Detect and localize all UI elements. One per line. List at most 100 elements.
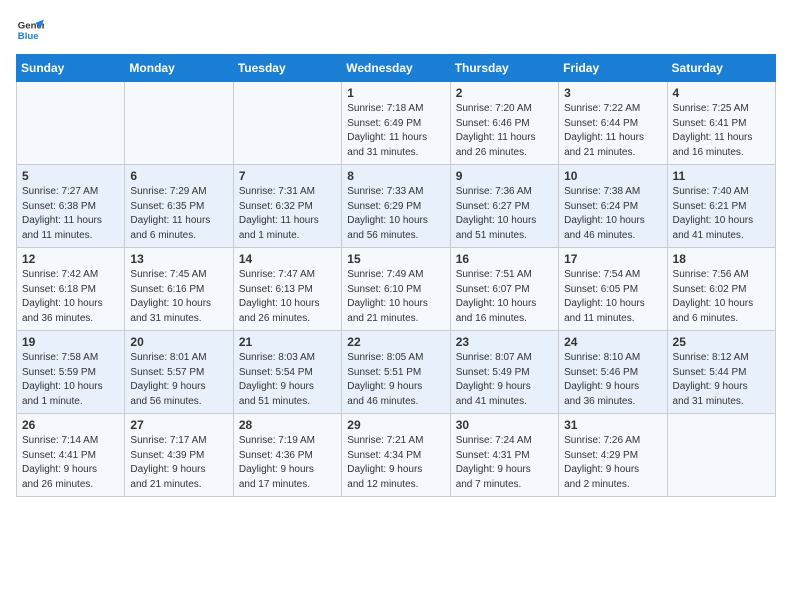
calendar-cell: 25Sunrise: 8:12 AM Sunset: 5:44 PM Dayli… bbox=[667, 331, 775, 414]
calendar-cell: 31 Sunrise: 7:26 AM Sunset: 4:29 PM Dayli… bbox=[559, 414, 667, 497]
weekday-header: Friday bbox=[559, 55, 667, 82]
calendar-cell: 2Sunrise: 7:20 AM Sunset: 6:46 PM Daylig… bbox=[450, 82, 558, 165]
day-info: Sunrise: 8:10 AM Sunset: 5:46 PM Dayligh… bbox=[564, 351, 661, 409]
day-number: 16 bbox=[456, 252, 553, 266]
day-info: Sunrise: 8:05 AM Sunset: 5:51 PM Dayligh… bbox=[347, 351, 444, 409]
calendar-cell: 7Sunrise: 7:31 AM Sunset: 6:32 PM Daylig… bbox=[233, 165, 341, 248]
calendar-cell: 1 Sunrise: 7:18 AM Sunset: 6:49 PM Daylig… bbox=[342, 82, 450, 165]
calendar-table: SundayMondayTuesdayWednesdayThursdayFrid… bbox=[16, 54, 776, 497]
day-number: 30 bbox=[456, 418, 553, 432]
calendar-cell bbox=[233, 82, 341, 165]
day-info: Sunrise: 7:26 AM Sunset: 4:29 PM Dayligh… bbox=[564, 434, 661, 492]
calendar-cell: 28 Sunrise: 7:19 AM Sunset: 4:36 PM Dayli… bbox=[233, 414, 341, 497]
day-number: 27 bbox=[130, 418, 227, 432]
day-number: 10 bbox=[564, 169, 661, 183]
calendar-week-row: 12Sunrise: 7:42 AM Sunset: 6:18 PM Dayli… bbox=[17, 248, 776, 331]
calendar-cell: 24 Sunrise: 8:10 AM Sunset: 5:46 PM Dayli… bbox=[559, 331, 667, 414]
calendar-cell: 21 Sunrise: 8:03 AM Sunset: 5:54 PM Dayli… bbox=[233, 331, 341, 414]
day-number: 22 bbox=[347, 335, 444, 349]
day-info: Sunrise: 7:19 AM Sunset: 4:36 PM Dayligh… bbox=[239, 434, 336, 492]
calendar-cell: 16 Sunrise: 7:51 AM Sunset: 6:07 PM Dayli… bbox=[450, 248, 558, 331]
day-info: Sunrise: 7:21 AM Sunset: 4:34 PM Dayligh… bbox=[347, 434, 444, 492]
weekday-header: Tuesday bbox=[233, 55, 341, 82]
day-info: Sunrise: 7:47 AM Sunset: 6:13 PM Dayligh… bbox=[239, 268, 336, 326]
logo-icon: General Blue bbox=[16, 16, 44, 44]
day-number: 1 bbox=[347, 86, 444, 100]
calendar-week-row: 19Sunrise: 7:58 AM Sunset: 5:59 PM Dayli… bbox=[17, 331, 776, 414]
calendar-cell: 19Sunrise: 7:58 AM Sunset: 5:59 PM Dayli… bbox=[17, 331, 125, 414]
calendar-week-row: 5Sunrise: 7:27 AM Sunset: 6:38 PM Daylig… bbox=[17, 165, 776, 248]
day-info: Sunrise: 8:03 AM Sunset: 5:54 PM Dayligh… bbox=[239, 351, 336, 409]
calendar-cell: 14 Sunrise: 7:47 AM Sunset: 6:13 PM Dayli… bbox=[233, 248, 341, 331]
day-info: Sunrise: 7:31 AM Sunset: 6:32 PM Dayligh… bbox=[239, 185, 336, 243]
calendar-cell: 8Sunrise: 7:33 AM Sunset: 6:29 PM Daylig… bbox=[342, 165, 450, 248]
calendar-cell: 4 Sunrise: 7:25 AM Sunset: 6:41 PM Daylig… bbox=[667, 82, 775, 165]
day-number: 9 bbox=[456, 169, 553, 183]
calendar-cell: 5Sunrise: 7:27 AM Sunset: 6:38 PM Daylig… bbox=[17, 165, 125, 248]
day-number: 24 bbox=[564, 335, 661, 349]
calendar-cell bbox=[667, 414, 775, 497]
svg-text:Blue: Blue bbox=[18, 31, 39, 42]
day-info: Sunrise: 7:56 AM Sunset: 6:02 PM Dayligh… bbox=[673, 268, 770, 326]
calendar-cell: 29Sunrise: 7:21 AM Sunset: 4:34 PM Dayli… bbox=[342, 414, 450, 497]
weekday-header: Sunday bbox=[17, 55, 125, 82]
calendar-cell: 13 Sunrise: 7:45 AM Sunset: 6:16 PM Dayli… bbox=[125, 248, 233, 331]
day-info: Sunrise: 7:14 AM Sunset: 4:41 PM Dayligh… bbox=[22, 434, 119, 492]
logo: General Blue bbox=[16, 16, 44, 44]
day-info: Sunrise: 7:25 AM Sunset: 6:41 PM Dayligh… bbox=[673, 102, 770, 160]
day-info: Sunrise: 7:54 AM Sunset: 6:05 PM Dayligh… bbox=[564, 268, 661, 326]
day-number: 14 bbox=[239, 252, 336, 266]
weekday-header: Monday bbox=[125, 55, 233, 82]
day-number: 6 bbox=[130, 169, 227, 183]
day-number: 26 bbox=[22, 418, 119, 432]
calendar-cell: 11Sunrise: 7:40 AM Sunset: 6:21 PM Dayli… bbox=[667, 165, 775, 248]
calendar-cell: 27 Sunrise: 7:17 AM Sunset: 4:39 PM Dayli… bbox=[125, 414, 233, 497]
day-number: 23 bbox=[456, 335, 553, 349]
page-header: General Blue bbox=[16, 16, 776, 44]
day-number: 2 bbox=[456, 86, 553, 100]
day-info: Sunrise: 7:22 AM Sunset: 6:44 PM Dayligh… bbox=[564, 102, 661, 160]
day-number: 25 bbox=[673, 335, 770, 349]
day-number: 28 bbox=[239, 418, 336, 432]
day-info: Sunrise: 7:18 AM Sunset: 6:49 PM Dayligh… bbox=[347, 102, 444, 160]
calendar-body: 1 Sunrise: 7:18 AM Sunset: 6:49 PM Daylig… bbox=[17, 82, 776, 497]
day-number: 17 bbox=[564, 252, 661, 266]
day-info: Sunrise: 8:07 AM Sunset: 5:49 PM Dayligh… bbox=[456, 351, 553, 409]
day-info: Sunrise: 8:01 AM Sunset: 5:57 PM Dayligh… bbox=[130, 351, 227, 409]
calendar-cell: 18 Sunrise: 7:56 AM Sunset: 6:02 PM Dayli… bbox=[667, 248, 775, 331]
day-number: 21 bbox=[239, 335, 336, 349]
day-number: 11 bbox=[673, 169, 770, 183]
calendar-cell: 30 Sunrise: 7:24 AM Sunset: 4:31 PM Dayli… bbox=[450, 414, 558, 497]
weekday-header: Saturday bbox=[667, 55, 775, 82]
calendar-week-row: 1 Sunrise: 7:18 AM Sunset: 6:49 PM Daylig… bbox=[17, 82, 776, 165]
calendar-cell bbox=[125, 82, 233, 165]
day-number: 31 bbox=[564, 418, 661, 432]
calendar-cell: 20Sunrise: 8:01 AM Sunset: 5:57 PM Dayli… bbox=[125, 331, 233, 414]
day-info: Sunrise: 7:17 AM Sunset: 4:39 PM Dayligh… bbox=[130, 434, 227, 492]
calendar-cell: 22 Sunrise: 8:05 AM Sunset: 5:51 PM Dayli… bbox=[342, 331, 450, 414]
day-info: Sunrise: 7:24 AM Sunset: 4:31 PM Dayligh… bbox=[456, 434, 553, 492]
calendar-cell: 12Sunrise: 7:42 AM Sunset: 6:18 PM Dayli… bbox=[17, 248, 125, 331]
day-info: Sunrise: 7:42 AM Sunset: 6:18 PM Dayligh… bbox=[22, 268, 119, 326]
calendar-cell: 10Sunrise: 7:38 AM Sunset: 6:24 PM Dayli… bbox=[559, 165, 667, 248]
day-info: Sunrise: 7:51 AM Sunset: 6:07 PM Dayligh… bbox=[456, 268, 553, 326]
calendar-cell: 17 Sunrise: 7:54 AM Sunset: 6:05 PM Dayli… bbox=[559, 248, 667, 331]
day-info: Sunrise: 7:49 AM Sunset: 6:10 PM Dayligh… bbox=[347, 268, 444, 326]
calendar-week-row: 26 Sunrise: 7:14 AM Sunset: 4:41 PM Dayli… bbox=[17, 414, 776, 497]
calendar-cell bbox=[17, 82, 125, 165]
calendar-cell: 6Sunrise: 7:29 AM Sunset: 6:35 PM Daylig… bbox=[125, 165, 233, 248]
day-number: 13 bbox=[130, 252, 227, 266]
day-number: 5 bbox=[22, 169, 119, 183]
calendar-cell: 15Sunrise: 7:49 AM Sunset: 6:10 PM Dayli… bbox=[342, 248, 450, 331]
calendar-cell: 9 Sunrise: 7:36 AM Sunset: 6:27 PM Daylig… bbox=[450, 165, 558, 248]
day-number: 18 bbox=[673, 252, 770, 266]
day-number: 4 bbox=[673, 86, 770, 100]
calendar-header: SundayMondayTuesdayWednesdayThursdayFrid… bbox=[17, 55, 776, 82]
day-number: 19 bbox=[22, 335, 119, 349]
day-info: Sunrise: 7:45 AM Sunset: 6:16 PM Dayligh… bbox=[130, 268, 227, 326]
calendar-cell: 26 Sunrise: 7:14 AM Sunset: 4:41 PM Dayli… bbox=[17, 414, 125, 497]
day-number: 3 bbox=[564, 86, 661, 100]
weekday-header: Wednesday bbox=[342, 55, 450, 82]
day-info: Sunrise: 7:36 AM Sunset: 6:27 PM Dayligh… bbox=[456, 185, 553, 243]
day-number: 8 bbox=[347, 169, 444, 183]
